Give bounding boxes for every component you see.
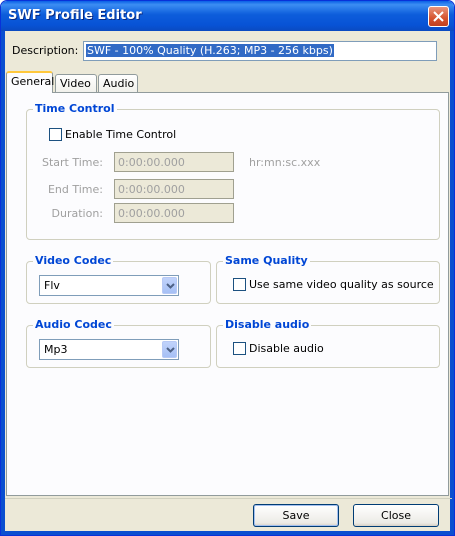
video-codec-title: Video Codec — [33, 254, 114, 267]
description-label: Description: — [12, 44, 79, 57]
disable-audio-title: Disable audio — [223, 318, 312, 331]
time-format-hint: hr:mn:sc.xxx — [249, 156, 321, 169]
window-title: SWF Profile Editor — [8, 8, 142, 23]
time-control-title: Time Control — [33, 102, 117, 115]
duration-label: Duration: — [51, 207, 103, 220]
video-codec-group: Video Codec Flv — [26, 254, 211, 304]
audio-codec-value: Mp3 — [44, 343, 68, 356]
title-bar[interactable]: SWF Profile Editor — [1, 1, 454, 31]
start-time-label: Start Time: — [42, 156, 103, 169]
disable-audio-checkbox[interactable] — [233, 342, 246, 355]
video-codec-select[interactable]: Flv — [39, 275, 179, 296]
start-time-field[interactable]: 0:00:00.000 — [114, 152, 234, 172]
close-button[interactable]: Close — [353, 504, 439, 527]
end-time-label: End Time: — [47, 183, 103, 196]
enable-time-control-checkbox[interactable] — [49, 128, 62, 141]
audio-codec-select[interactable]: Mp3 — [39, 339, 179, 360]
video-codec-value: Flv — [44, 279, 60, 292]
same-quality-title: Same Quality — [223, 254, 310, 267]
description-value: SWF - 100% Quality (H.263; MP3 - 256 kbp… — [86, 44, 334, 57]
window-frame-left — [1, 31, 5, 535]
same-quality-label: Use same video quality as source — [249, 278, 434, 291]
description-input[interactable]: SWF - 100% Quality (H.263; MP3 - 256 kbp… — [83, 41, 437, 61]
audio-codec-title: Audio Codec — [33, 318, 114, 331]
tab-general[interactable]: General — [6, 71, 54, 93]
window-frame-right — [450, 31, 454, 535]
chevron-down-icon — [166, 347, 175, 353]
tab-audio[interactable]: Audio — [98, 74, 138, 93]
audio-codec-dropdown-button[interactable] — [162, 341, 177, 358]
end-time-field[interactable]: 0:00:00.000 — [114, 179, 234, 199]
profile-editor-window: SWF Profile Editor Description: SWF - 10… — [0, 0, 455, 536]
disable-audio-label: Disable audio — [249, 342, 324, 355]
disable-audio-group: Disable audio Disable audio — [216, 318, 440, 368]
tab-video[interactable]: Video — [55, 74, 97, 93]
chevron-down-icon — [166, 283, 175, 289]
time-control-group: Time Control Enable Time Control Start T… — [26, 102, 440, 240]
duration-field[interactable]: 0:00:00.000 — [114, 203, 234, 223]
close-window-button[interactable] — [428, 6, 449, 27]
same-quality-group: Same Quality Use same video quality as s… — [216, 254, 440, 304]
save-button[interactable]: Save — [253, 504, 339, 527]
button-separator — [5, 498, 452, 499]
window-frame-bottom — [1, 531, 454, 535]
general-tab-panel: Time Control Enable Time Control Start T… — [6, 92, 449, 496]
same-quality-checkbox[interactable] — [233, 278, 246, 291]
close-icon — [433, 11, 444, 22]
audio-codec-group: Audio Codec Mp3 — [26, 318, 211, 368]
enable-time-control-label: Enable Time Control — [65, 128, 177, 141]
video-codec-dropdown-button[interactable] — [162, 277, 177, 294]
